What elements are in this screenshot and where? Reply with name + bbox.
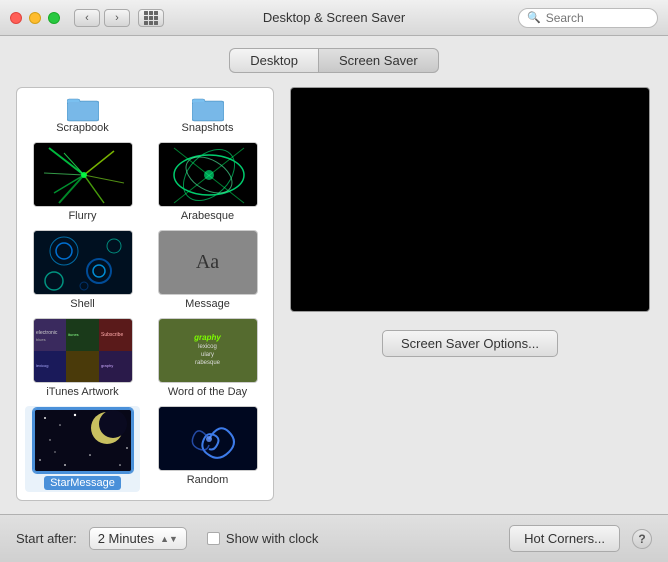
ss-thumb-itunes: electronic blues itunes xyxy=(33,318,133,383)
folder-item-scrapbook[interactable]: Scrapbook xyxy=(25,96,140,134)
ss-label-starmessage: StarMessage xyxy=(44,476,121,490)
window-title: Desktop & Screen Saver xyxy=(263,10,405,25)
time-select[interactable]: 2 Minutes ▲▼ xyxy=(89,527,187,550)
ss-label-wotd: Word of the Day xyxy=(168,386,247,398)
svg-text:Subscribe: Subscribe xyxy=(101,332,123,338)
grid-icon xyxy=(144,11,158,25)
tab-desktop[interactable]: Desktop xyxy=(229,48,318,73)
ss-label-shell: Shell xyxy=(70,298,94,310)
folder-icon xyxy=(192,96,224,122)
chevron-icon: ▲▼ xyxy=(160,534,178,544)
maximize-button[interactable] xyxy=(48,12,60,24)
show-clock-area: Show with clock xyxy=(207,531,318,546)
ss-item-wotd[interactable]: graphy lexicogularyrabesque Word of the … xyxy=(150,318,265,398)
hot-corners-button[interactable]: Hot Corners... xyxy=(509,525,620,552)
folder-icon xyxy=(67,96,99,122)
ss-item-random[interactable]: Random xyxy=(150,406,265,492)
ss-label-random: Random xyxy=(187,474,229,486)
close-button[interactable] xyxy=(10,12,22,24)
ss-thumb-starmessage xyxy=(33,408,133,473)
message-thumb-text: Aa xyxy=(159,231,257,294)
ss-thumb-wotd: graphy lexicogularyrabesque xyxy=(158,318,258,383)
ss-item-starmessage[interactable]: StarMessage xyxy=(25,406,140,492)
preview-box xyxy=(290,87,650,312)
main-content: Desktop Screen Saver Scrapbook xyxy=(0,36,668,513)
search-input[interactable] xyxy=(546,11,649,25)
bottom-bar: Start after: 2 Minutes ▲▼ Show with cloc… xyxy=(0,514,668,562)
screen-saver-list: Flurry xyxy=(17,134,273,500)
ss-thumb-arabesque xyxy=(158,142,258,207)
folder-item-snapshots[interactable]: Snapshots xyxy=(150,96,265,134)
tab-row: Desktop Screen Saver xyxy=(16,48,652,73)
folder-row: Scrapbook Snapshots xyxy=(17,88,273,134)
ss-thumb-shell xyxy=(33,230,133,295)
svg-text:graphy: graphy xyxy=(101,363,113,368)
ss-item-arabesque[interactable]: Arabesque xyxy=(150,142,265,222)
svg-text:blues: blues xyxy=(36,337,46,342)
traffic-lights xyxy=(10,12,60,24)
panels: Scrapbook Snapshots xyxy=(16,87,652,501)
search-bar[interactable]: 🔍 xyxy=(518,8,658,28)
show-clock-checkbox[interactable] xyxy=(207,532,220,545)
back-button[interactable]: ‹ xyxy=(74,9,100,27)
ss-label-itunes: iTunes Artwork xyxy=(46,386,118,398)
ss-label-message: Message xyxy=(185,298,230,310)
ss-thumb-message: Aa xyxy=(158,230,258,295)
grid-view-button[interactable] xyxy=(138,9,164,27)
ss-label-arabesque: Arabesque xyxy=(181,210,234,222)
show-clock-label: Show with clock xyxy=(226,531,318,546)
ss-thumb-flurry xyxy=(33,142,133,207)
ss-item-itunes[interactable]: electronic blues itunes xyxy=(25,318,140,398)
ss-item-flurry[interactable]: Flurry xyxy=(25,142,140,222)
ss-item-shell[interactable]: Shell xyxy=(25,230,140,310)
svg-text:itunes: itunes xyxy=(68,332,79,337)
right-panel: Screen Saver Options... xyxy=(288,87,652,501)
ss-label-flurry: Flurry xyxy=(68,210,96,222)
nav-buttons: ‹ › xyxy=(74,9,130,27)
tab-screen-saver[interactable]: Screen Saver xyxy=(318,48,439,73)
ss-thumb-random xyxy=(158,406,258,471)
search-icon: 🔍 xyxy=(527,11,541,24)
folder-label-snapshots: Snapshots xyxy=(182,122,234,134)
forward-button[interactable]: › xyxy=(104,9,130,27)
start-after-label: Start after: xyxy=(16,531,77,546)
svg-text:lexicog: lexicog xyxy=(36,363,48,368)
ss-item-message[interactable]: Aa Message xyxy=(150,230,265,310)
svg-text:electronic: electronic xyxy=(36,330,58,336)
help-button[interactable]: ? xyxy=(632,529,652,549)
screen-saver-options-button[interactable]: Screen Saver Options... xyxy=(382,330,558,357)
title-bar: ‹ › Desktop & Screen Saver 🔍 xyxy=(0,0,668,36)
time-value: 2 Minutes xyxy=(98,531,154,546)
minimize-button[interactable] xyxy=(29,12,41,24)
folder-label-scrapbook: Scrapbook xyxy=(56,122,109,134)
left-panel: Scrapbook Snapshots xyxy=(16,87,274,501)
